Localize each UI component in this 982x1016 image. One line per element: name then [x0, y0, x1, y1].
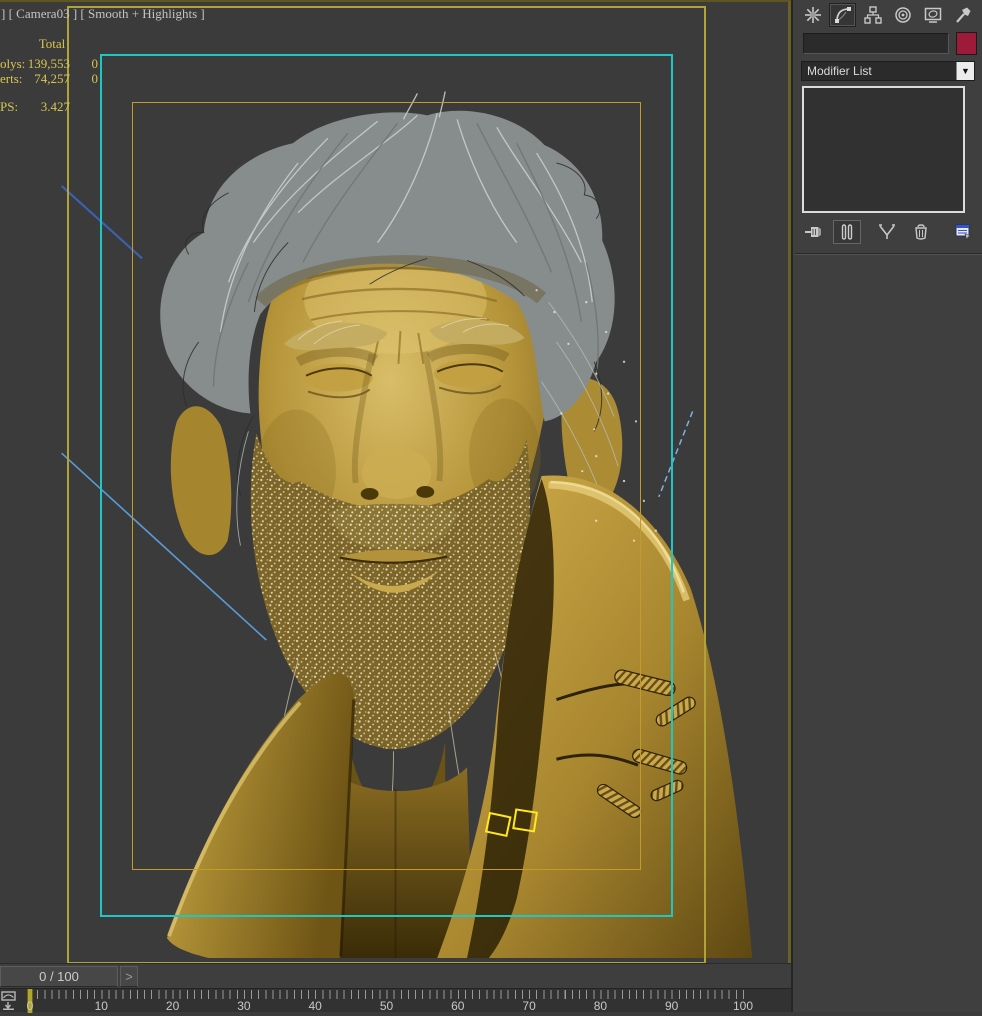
time-slider-handle[interactable]: 0 / 100 [0, 966, 118, 987]
modifier-stack-toolbar [799, 218, 979, 246]
starburst-icon [804, 7, 821, 23]
ruler-label: 50 [379, 999, 394, 1013]
ruler-label: 10 [94, 999, 108, 1013]
mini-curve-editor-button[interactable] [1, 991, 21, 1011]
object-name-field[interactable] [803, 33, 949, 54]
org-chart-icon [863, 6, 882, 24]
show-end-result-button[interactable] [833, 220, 861, 244]
ruler-label: 80 [593, 999, 608, 1013]
stats-total-header: Total [38, 36, 66, 51]
tab-modify[interactable] [829, 3, 856, 27]
ruler-ticks [30, 990, 745, 999]
test-tubes-icon [841, 224, 853, 240]
tab-display[interactable] [919, 3, 946, 27]
merge-v-icon [879, 224, 895, 239]
config-window-icon [955, 224, 972, 240]
ruler-label: 30 [237, 999, 251, 1013]
pushpin-icon [805, 227, 821, 237]
stats-polys-total: 139,553 [27, 56, 70, 71]
trash-bin-icon [915, 224, 927, 240]
tab-utilities[interactable] [949, 3, 976, 27]
ruler-label: 40 [308, 999, 322, 1013]
ruler-label: 0 [26, 999, 34, 1013]
configure-modifier-sets-button[interactable] [949, 220, 977, 244]
command-panel: Modifier List ▼ [791, 0, 982, 1012]
ruler-label: 20 [165, 999, 180, 1013]
command-panel-tabs [799, 3, 979, 29]
make-unique-button[interactable] [873, 220, 901, 244]
stats-verts-selected: 0 [91, 71, 99, 86]
bezier-arc-icon [834, 7, 851, 23]
pin-stack-button[interactable] [799, 220, 827, 244]
remove-modifier-button[interactable] [907, 220, 935, 244]
modifier-list-label: Modifier List [807, 64, 872, 78]
modifier-list-dropdown[interactable]: Modifier List ▼ [801, 61, 975, 81]
panel-divider [795, 253, 982, 255]
ruler-label: 90 [665, 999, 679, 1013]
object-color-swatch[interactable] [956, 32, 977, 55]
track-bar-ruler[interactable]: 0 10 20 30 40 50 60 70 80 90 100 [0, 988, 791, 1013]
ruler-label: 100 [732, 999, 754, 1013]
modifier-stack[interactable] [802, 86, 965, 213]
camera-viewport[interactable]: ] [ Camera03 ] [ Smooth + Highlights ] T… [0, 0, 791, 964]
tab-motion[interactable] [889, 3, 916, 27]
left-ear [170, 406, 232, 556]
monitor-icon [924, 7, 941, 23]
chevron-down-icon[interactable]: ▼ [956, 62, 974, 80]
tab-hierarchy[interactable] [859, 3, 886, 27]
wheel-icon [894, 7, 911, 23]
hammer-icon [955, 7, 970, 23]
head-model[interactable] [160, 91, 753, 958]
tab-create[interactable] [799, 3, 826, 27]
stats-fps-label: PS: [0, 99, 19, 114]
viewport-statistics: Total olys: 139,553 0 erts: 74,257 0 PS:… [0, 2, 120, 132]
next-frame-button[interactable]: > [120, 966, 138, 987]
scene-3d-bust[interactable] [0, 2, 788, 963]
left-lapel [166, 673, 356, 958]
stats-fps-value: 3.427 [40, 99, 70, 114]
ruler-label: 60 [451, 999, 465, 1013]
stats-polys-selected: 0 [91, 56, 99, 71]
ruler-label: 70 [522, 999, 536, 1013]
time-slider-track[interactable]: 0 / 100 > [0, 963, 791, 988]
stats-verts-total: 74,257 [34, 71, 70, 86]
